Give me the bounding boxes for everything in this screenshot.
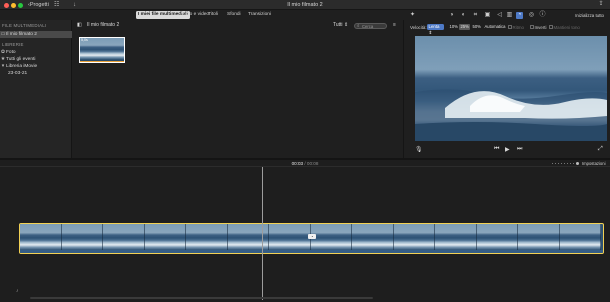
color-balance-icon[interactable]: ◑ (448, 12, 455, 19)
chevron-updown-icon: ⇕ (343, 22, 349, 28)
clip-frame (393, 224, 435, 253)
stabilization-icon[interactable]: ▣ (484, 12, 491, 19)
section-media-heading: FILE MULTIMEDIALI (2, 23, 47, 28)
microphone-icon[interactable]: 🎙︎ (415, 146, 423, 153)
search-input[interactable]: ⌕ Cerca (354, 23, 387, 29)
media-browser: ◧ Il mio filmato 2 Tutti ⇕ ⌕ Cerca ≡ 5,0… (72, 20, 404, 158)
timecode: 00:03 / 00:08 (291, 161, 319, 166)
clip-frame (103, 224, 145, 253)
clip-frame (310, 224, 352, 253)
playhead[interactable] (262, 167, 263, 300)
speed-popup[interactable]: Lenta ⇕ (427, 24, 444, 35)
timeline: 00:03 / 00:08 Impostazioni ◔ ♪ (0, 160, 610, 302)
current-time: 00:03 (291, 161, 304, 166)
voiceover-icon[interactable]: ♪ (16, 288, 19, 294)
reset-all-button[interactable]: Inizializza tutto (575, 13, 604, 18)
zoom-slider[interactable] (552, 163, 578, 164)
clip-frame (518, 224, 560, 253)
magic-wand-icon[interactable]: ✦ (409, 12, 416, 19)
chevron-updown-icon: ⇕ (428, 30, 433, 35)
timeline-scrollbar[interactable] (30, 297, 373, 299)
filter-popup[interactable]: Tutti ⇕ (333, 22, 348, 29)
crop-icon[interactable]: ⌗ (472, 12, 479, 19)
volume-icon[interactable]: ◁ (496, 12, 503, 19)
tab-titles[interactable]: Titoli (206, 11, 220, 19)
view-options-icon[interactable]: ≡ (393, 22, 396, 28)
speed-option-25[interactable]: 25% (459, 24, 471, 30)
clip-used-bar (80, 60, 124, 62)
timeline-settings-button[interactable]: Impostazioni (582, 161, 606, 166)
speed-controls: Velocità: Lenta ⇕ 10% 25% 50% Automatica… (404, 23, 610, 35)
video-preview[interactable] (415, 36, 607, 141)
clip-frame (352, 224, 394, 253)
wave-image (415, 89, 607, 141)
clip-frame (269, 224, 311, 253)
window-title: Il mio filmato 2 (287, 2, 323, 8)
clip-audio-lane (20, 250, 603, 253)
tab-backgrounds[interactable]: Sfondi (225, 11, 243, 19)
checkbox-icon (530, 25, 534, 29)
speed-option-10[interactable]: 10% (448, 24, 459, 30)
search-icon: ⌕ (357, 23, 360, 29)
tab-transitions[interactable]: Transizioni (246, 11, 273, 19)
media-browser-tabs: I miei file multimediali Audio e video T… (72, 10, 404, 20)
libraries-sidebar: FILE MULTIMEDIALI ▭Il mio filmato 2 LIBR… (0, 20, 72, 158)
preserve-pitch-checkbox[interactable]: Mantieni tono (549, 25, 580, 30)
play-icon[interactable]: ▶ (505, 146, 510, 153)
sidebar-item-event[interactable]: 23-03-21 (0, 70, 72, 77)
timeline-header: 00:03 / 00:08 Impostazioni (0, 160, 610, 167)
noise-reduction-icon[interactable]: ▥ (506, 12, 513, 19)
filter-icon[interactable]: ◎ (528, 12, 535, 19)
sidebar-item-library[interactable]: ▾ Libreria iMovie (0, 63, 72, 70)
section-libraries-heading: LIBRERIE (2, 42, 24, 47)
clip-frame (61, 224, 103, 253)
sidebar-item-photos[interactable]: ✿Foto (0, 49, 72, 56)
clip-frame (435, 224, 477, 253)
speed-option-auto[interactable]: Automatica (483, 24, 507, 30)
rhythm-checkbox[interactable]: Ritmo (508, 25, 524, 30)
checkbox-icon (508, 25, 512, 29)
viewer-panel: ✦ ◑ ◐ ⌗ ▣ ◁ ▥ ◔ ◎ ⓘ Inizializza tutto Ve… (404, 10, 610, 158)
share-icon[interactable]: ⇪ (598, 1, 604, 8)
clip-frame (186, 224, 228, 253)
color-correction-icon[interactable]: ◐ (460, 12, 467, 19)
skip-forward-icon[interactable]: ⏭︎ (517, 146, 522, 153)
skip-back-icon[interactable]: ⏮︎ (494, 146, 499, 153)
sidebar-item-all-events[interactable]: ★Tutti gli eventi (0, 56, 72, 63)
speed-option-50[interactable]: 50% (471, 24, 482, 30)
clip-frame (20, 224, 62, 253)
speed-label: Velocità: (410, 24, 427, 30)
sidebar-item-project[interactable]: ▭Il mio filmato 2 (0, 31, 72, 38)
clip-frame (476, 224, 518, 253)
clip-duration: 5,0s (81, 38, 88, 42)
sidebar-toggle-icon[interactable]: ◧ (77, 22, 82, 29)
speed-badge-icon[interactable]: ◔ (308, 234, 316, 239)
browser-title: Il mio filmato 2 (87, 22, 120, 28)
info-icon[interactable]: ⓘ (539, 12, 546, 19)
media-clip-thumbnail[interactable]: 5,0s (79, 37, 125, 63)
title-bar: ‹Progetti ☷ ↓ Il mio filmato 2 ⇪ (0, 0, 610, 10)
clip-frame (559, 224, 601, 253)
speed-icon[interactable]: ◔ (516, 12, 523, 19)
fullscreen-icon[interactable]: ⤢ (598, 146, 603, 153)
clip-frame (144, 224, 186, 253)
total-time: 00:08 (306, 161, 319, 166)
zoom-slider-knob[interactable] (576, 161, 579, 165)
checkbox-icon (549, 25, 553, 29)
reverse-checkbox[interactable]: Inverti (530, 25, 546, 30)
